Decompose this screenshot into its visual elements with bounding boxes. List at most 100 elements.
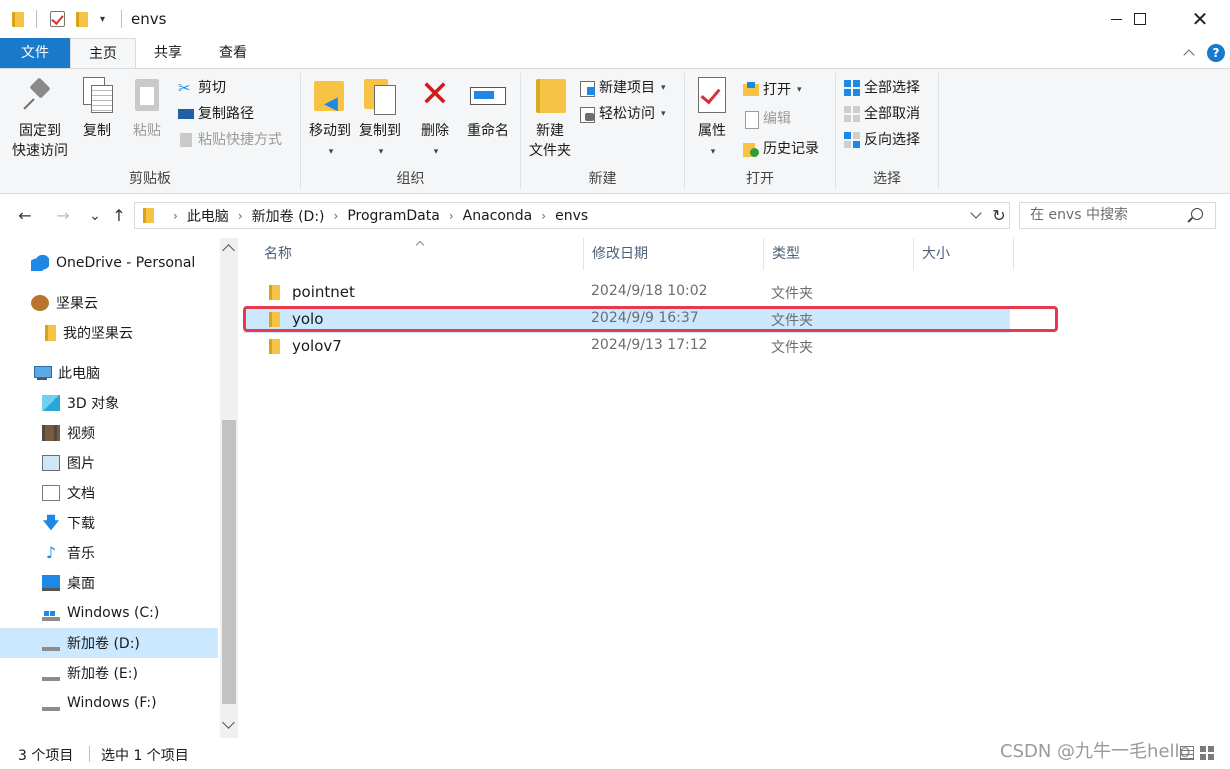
edit-label: 编辑 (763, 111, 791, 127)
navigation-scrollbar[interactable] (220, 238, 238, 738)
new-item-label: 新建项目 (599, 80, 655, 96)
group-organize: 移动到 ▾ 复制到 ▾ ✕ 删除 ▾ 重命名 组织 (301, 69, 520, 193)
sidebar-item-jianguoyun[interactable]: 坚果云 (0, 288, 218, 318)
paste-shortcut-button[interactable]: 粘贴快捷方式 (178, 129, 282, 151)
breadcrumb-separator: › (541, 208, 547, 223)
address-dropdown-icon[interactable] (968, 205, 986, 225)
tab-share[interactable]: 共享 (136, 38, 200, 68)
tab-view[interactable]: 查看 (200, 38, 266, 68)
new-item-button[interactable]: 新建项目 ▾ (579, 77, 666, 99)
group-label-clipboard: 剪贴板 (129, 171, 171, 187)
chevron-down-icon: ▾ (661, 83, 666, 93)
sidebar-item-drive-e[interactable]: 新加卷 (E:) (0, 658, 218, 688)
folder-icon (269, 285, 280, 300)
column-header-date[interactable]: 修改日期 (584, 238, 764, 270)
pin-quick-access-button[interactable]: 固定到 快速访问 (8, 75, 72, 161)
tab-home[interactable]: 主页 (70, 38, 136, 69)
paste-button[interactable]: 粘贴 (126, 75, 168, 142)
window-title: envs (131, 10, 167, 28)
file-row-yolov7[interactable]: yolov7 2024/9/13 17:12 文件夹 (244, 333, 1010, 360)
file-row-pointnet[interactable]: pointnet 2024/9/18 10:02 文件夹 (244, 279, 1010, 306)
sidebar-item-this-pc[interactable]: 此电脑 (0, 358, 218, 388)
sidebar-item-music[interactable]: ♪ 音乐 (0, 538, 218, 568)
sidebar-item-my-jianguoyun[interactable]: 我的坚果云 (0, 318, 218, 348)
up-button[interactable]: ↑ (108, 204, 130, 228)
folder-icon (269, 339, 280, 354)
column-header-size[interactable]: 大小 (914, 238, 1014, 270)
sidebar-item-drive-d[interactable]: 新加卷 (D:) (0, 628, 218, 658)
select-all-icon (844, 80, 860, 96)
nut-icon (31, 295, 49, 311)
copy-button[interactable]: 复制 (76, 75, 118, 142)
sidebar-item-3d-objects[interactable]: 3D 对象 (0, 388, 218, 418)
sidebar-item-documents[interactable]: 文档 (0, 478, 218, 508)
music-icon: ♪ (45, 543, 57, 562)
new-folder-button[interactable]: 新建 文件夹 (525, 75, 575, 161)
breadcrumb-this-pc[interactable]: 此电脑 (187, 206, 229, 226)
select-all-button[interactable]: 全部选择 (844, 77, 920, 99)
cut-button[interactable]: ✂ 剪切 (178, 77, 226, 99)
scrollbar-thumb[interactable] (222, 420, 236, 704)
cut-label: 剪切 (198, 80, 226, 96)
qa-folder-icon[interactable] (12, 9, 24, 29)
properties-button[interactable]: 属性 ▾ (691, 75, 733, 163)
group-new: 新建 文件夹 新建项目 ▾ 轻松访问 ▾ 新建 (521, 69, 684, 193)
rename-icon (470, 75, 506, 115)
select-none-button[interactable]: 全部取消 (844, 103, 920, 125)
breadcrumb-separator: › (333, 208, 339, 223)
delete-button[interactable]: ✕ 删除 ▾ (415, 75, 455, 163)
move-to-icon (312, 75, 348, 115)
tab-file[interactable]: 文件 (0, 38, 70, 68)
sidebar-item-downloads[interactable]: 🡇 下载 (0, 508, 218, 538)
sidebar-item-pictures[interactable]: 图片 (0, 448, 218, 478)
sidebar-item-drive-c[interactable]: Windows (C:) (0, 598, 218, 628)
copy-to-button[interactable]: 复制到 ▾ (355, 75, 405, 163)
open-label: 打开 (763, 82, 791, 98)
breadcrumb-anaconda[interactable]: Anaconda (463, 208, 533, 224)
sidebar-item-drive-f[interactable]: Windows (F:) (0, 688, 218, 718)
maximize-button[interactable] (1117, 0, 1163, 38)
title-bar: ▾ envs ✕ (0, 0, 1230, 38)
qa-customize-icon[interactable]: ▾ (100, 9, 105, 29)
scroll-up-icon[interactable] (222, 244, 235, 257)
sidebar-item-videos[interactable]: 视频 (0, 418, 218, 448)
refresh-button[interactable]: ↻ (988, 203, 1010, 228)
address-bar[interactable]: › 此电脑 › 新加卷 (D:) › ProgramData › Anacond… (134, 202, 1010, 229)
column-header-type[interactable]: 类型 (764, 238, 914, 270)
folder-icon (45, 325, 56, 341)
close-button[interactable]: ✕ (1177, 0, 1223, 38)
collapse-ribbon-icon[interactable] (1183, 46, 1197, 60)
search-input[interactable]: 在 envs 中搜索 (1019, 202, 1216, 229)
search-icon[interactable] (1191, 208, 1203, 220)
select-none-icon (844, 106, 860, 122)
sidebar-item-onedrive[interactable]: OneDrive - Personal (0, 248, 218, 278)
rename-button[interactable]: 重命名 (463, 75, 513, 142)
history-button[interactable]: 历史记录 (743, 138, 819, 160)
recent-locations-button[interactable]: ⌄ (84, 204, 106, 228)
forward-button[interactable]: → (52, 204, 74, 228)
breadcrumb-envs[interactable]: envs (555, 208, 588, 224)
paste-shortcut-icon (178, 132, 194, 148)
move-to-button[interactable]: 移动到 ▾ (305, 75, 355, 163)
breadcrumb-programdata[interactable]: ProgramData (347, 208, 440, 224)
help-icon[interactable]: ? (1207, 44, 1225, 62)
copy-to-icon (362, 75, 398, 115)
sidebar-item-desktop[interactable]: 桌面 (0, 568, 218, 598)
easy-access-button[interactable]: 轻松访问 ▾ (579, 103, 666, 125)
annotation-highlight-box (243, 306, 1058, 332)
open-button[interactable]: 打开 ▾ (743, 79, 802, 101)
copy-path-button[interactable]: 复制路径 (178, 103, 254, 125)
group-select: 全部选择 全部取消 反向选择 选择 (836, 69, 938, 193)
edit-button[interactable]: 编辑 (743, 108, 791, 130)
back-button[interactable]: ← (14, 204, 36, 228)
move-to-label: 移动到 (309, 123, 351, 139)
breadcrumb-drive-d[interactable]: 新加卷 (D:) (252, 206, 325, 226)
qa-properties-icon[interactable] (50, 9, 65, 29)
large-icons-view-icon[interactable] (1200, 746, 1214, 760)
sidebar-item-label: Windows (F:) (67, 695, 157, 711)
group-label-new: 新建 (588, 171, 617, 187)
file-date: 2024/9/18 10:02 (591, 283, 708, 299)
scroll-down-icon[interactable] (222, 716, 235, 729)
invert-selection-button[interactable]: 反向选择 (844, 129, 920, 151)
qa-new-folder-icon[interactable] (76, 9, 88, 29)
